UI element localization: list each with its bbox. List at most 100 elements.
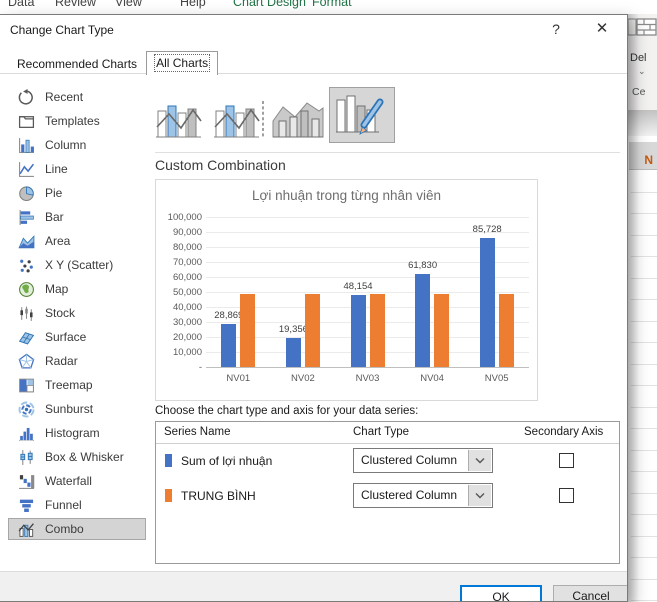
sidebar-item-label: Pie bbox=[45, 186, 62, 200]
sidebar-item-radar[interactable]: Radar bbox=[8, 349, 146, 373]
ribbon-tab-data[interactable]: Data bbox=[8, 0, 34, 9]
chart-ytick-label: 40,000 bbox=[158, 302, 202, 313]
chevron-down-icon[interactable]: ⌄ bbox=[638, 66, 646, 77]
chart-bar-orange[interactable] bbox=[370, 294, 385, 367]
chart-bar-blue[interactable] bbox=[221, 324, 236, 367]
sidebar-item-sunburst[interactable]: Sunburst bbox=[8, 397, 146, 421]
excel-screen: DataReviewViewHelpChart DesignFormat Del… bbox=[0, 0, 657, 602]
series-name: Sum of lợi nhuận bbox=[181, 454, 272, 468]
sidebar-item-pie[interactable]: Pie bbox=[8, 181, 146, 205]
sidebar-item-label: Area bbox=[45, 234, 70, 248]
series-table-header-2: Secondary Axis bbox=[524, 426, 603, 438]
dialog-footer: OK Cancel bbox=[0, 572, 627, 602]
cells-icon bbox=[636, 17, 657, 43]
sidebar-item-area[interactable]: Area bbox=[8, 229, 146, 253]
sidebar-item-recent[interactable]: Recent bbox=[8, 85, 146, 109]
section-title: Custom Combination bbox=[155, 157, 286, 173]
cancel-button[interactable]: Cancel bbox=[553, 585, 628, 602]
sidebar-item-treemap[interactable]: Treemap bbox=[8, 373, 146, 397]
chevron-down-icon[interactable] bbox=[468, 485, 491, 506]
sidebar-item-combo[interactable]: Combo bbox=[8, 518, 146, 540]
sunburst-icon bbox=[18, 401, 35, 418]
chart-ytick-label: 80,000 bbox=[158, 242, 202, 253]
chart-ytick-label: 20,000 bbox=[158, 332, 202, 343]
stock-icon bbox=[18, 305, 35, 322]
ribbon-tab-review[interactable]: Review bbox=[55, 0, 96, 9]
sidebar-item-templates[interactable]: Templates bbox=[8, 109, 146, 133]
chart-preview: Lợi nhuận trong từng nhân viên100,00090,… bbox=[155, 179, 538, 401]
radar-icon bbox=[18, 353, 35, 370]
sidebar-item-label: Stock bbox=[45, 306, 75, 320]
chart-type-dropdown[interactable]: Clustered Column bbox=[353, 448, 493, 473]
bar-icon bbox=[18, 209, 35, 226]
sidebar-item-label: Sunburst bbox=[45, 402, 93, 416]
chart-bar-blue[interactable] bbox=[286, 338, 301, 367]
chart-category-label: NV04 bbox=[400, 373, 465, 384]
dialog-tabstrip: Recommended ChartsAll Charts bbox=[8, 50, 218, 74]
histogram-icon bbox=[18, 425, 35, 442]
sidebar-item-histogram[interactable]: Histogram bbox=[8, 421, 146, 445]
ribbon-tab-help[interactable]: Help bbox=[180, 0, 206, 9]
chart-category-label: NV02 bbox=[271, 373, 336, 384]
chart-bar-blue[interactable] bbox=[351, 295, 366, 367]
scatter-icon bbox=[18, 257, 35, 274]
chart-data-label: 61,830 bbox=[393, 260, 453, 271]
sidebar-item-label: Box & Whisker bbox=[45, 450, 124, 464]
series-prompt: Choose the chart type and axis for your … bbox=[155, 405, 418, 417]
chart-bar-orange[interactable] bbox=[434, 294, 449, 367]
chart-category-label: NV01 bbox=[206, 373, 271, 384]
sidebar-item-label: Combo bbox=[45, 522, 84, 536]
series-table-header-1: Chart Type bbox=[353, 426, 409, 438]
table-header-divider bbox=[156, 443, 619, 444]
ribbon-tab-format[interactable]: Format bbox=[312, 0, 352, 9]
sidebar-item-label: Line bbox=[45, 162, 68, 176]
treemap-icon bbox=[18, 377, 35, 394]
chart-type-value: Clustered Column bbox=[361, 453, 457, 467]
sidebar-item-label: Recent bbox=[45, 90, 83, 104]
chart-type-dropdown[interactable]: Clustered Column bbox=[353, 483, 493, 508]
sidebar-item-stock[interactable]: Stock bbox=[8, 301, 146, 325]
chart-gridline bbox=[206, 367, 529, 368]
sidebar-item-label: Histogram bbox=[45, 426, 100, 440]
sidebar-item-map[interactable]: Map bbox=[8, 277, 146, 301]
ribbon-tab-chart-design[interactable]: Chart Design bbox=[233, 0, 306, 9]
chart-category-label: NV03 bbox=[335, 373, 400, 384]
sidebar-item-box-whisker[interactable]: Box & Whisker bbox=[8, 445, 146, 469]
sidebar-item-line[interactable]: Line bbox=[8, 157, 146, 181]
chart-bar-blue[interactable] bbox=[415, 274, 430, 367]
series-table: Series NameChart TypeSecondary AxisSum o… bbox=[155, 421, 620, 564]
tab-all-charts[interactable]: All Charts bbox=[146, 51, 218, 75]
sidebar-item-x-y-scatter-[interactable]: X Y (Scatter) bbox=[8, 253, 146, 277]
subtype-clustered-column-line-icon[interactable] bbox=[155, 97, 209, 143]
tab-panel-border bbox=[0, 73, 627, 74]
map-icon bbox=[18, 281, 35, 298]
help-button[interactable]: ? bbox=[540, 16, 572, 42]
chevron-down-icon[interactable] bbox=[468, 450, 491, 471]
sidebar-item-surface[interactable]: Surface bbox=[8, 325, 146, 349]
secondary-axis-checkbox[interactable] bbox=[559, 488, 574, 503]
chart-bar-orange[interactable] bbox=[240, 294, 255, 367]
chart-ytick-label: 100,000 bbox=[158, 212, 202, 223]
chart-bar-orange[interactable] bbox=[305, 294, 320, 367]
sidebar-item-label: Waterfall bbox=[45, 474, 92, 488]
chart-bar-blue[interactable] bbox=[480, 238, 495, 367]
sidebar-item-label: Treemap bbox=[45, 378, 93, 392]
close-button[interactable]: ✕ bbox=[586, 16, 618, 42]
chart-gridline bbox=[206, 217, 529, 218]
sidebar-item-column[interactable]: Column bbox=[8, 133, 146, 157]
tab-recommended-charts[interactable]: Recommended Charts bbox=[8, 53, 146, 74]
series-row: TRUNG BÌNHClustered Column bbox=[156, 483, 619, 517]
subtype-clustered-column-line-secondary-axis-icon[interactable] bbox=[213, 97, 267, 143]
ok-button[interactable]: OK bbox=[460, 585, 542, 602]
series-swatch bbox=[165, 489, 172, 502]
sidebar-item-funnel[interactable]: Funnel bbox=[8, 493, 146, 517]
subtype-stacked-area-clustered-column-icon[interactable] bbox=[271, 97, 325, 143]
ribbon-tab-view[interactable]: View bbox=[115, 0, 142, 9]
subtype-custom-combination-icon[interactable] bbox=[329, 87, 395, 143]
chart-bar-orange[interactable] bbox=[499, 294, 514, 367]
sidebar-item-waterfall[interactable]: Waterfall bbox=[8, 469, 146, 493]
surface-icon bbox=[18, 329, 35, 346]
recent-icon bbox=[18, 89, 35, 106]
sidebar-item-bar[interactable]: Bar bbox=[8, 205, 146, 229]
secondary-axis-checkbox[interactable] bbox=[559, 453, 574, 468]
